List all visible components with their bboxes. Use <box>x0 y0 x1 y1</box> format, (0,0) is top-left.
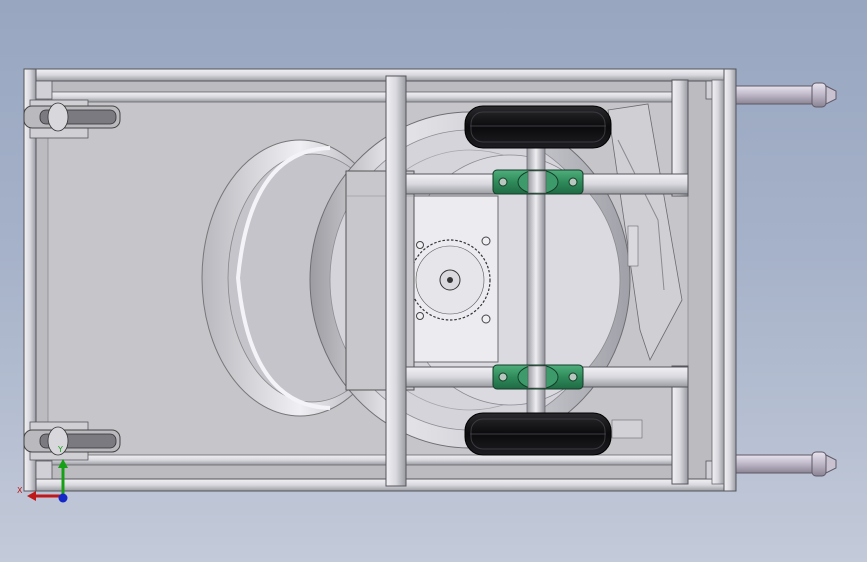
handle-top[interactable] <box>727 82 837 108</box>
wheel-bottom[interactable] <box>464 412 612 456</box>
wheel-top[interactable] <box>464 105 612 149</box>
x-axis-label: X <box>17 486 23 495</box>
bearing-top[interactable] <box>492 169 584 195</box>
y-axis-label: Y <box>58 445 63 454</box>
cad-viewport[interactable]: X Y <box>0 0 867 562</box>
bearing-bottom[interactable] <box>492 364 584 390</box>
cart-assembly-model[interactable] <box>0 0 867 562</box>
handle-bottom[interactable] <box>727 451 837 477</box>
